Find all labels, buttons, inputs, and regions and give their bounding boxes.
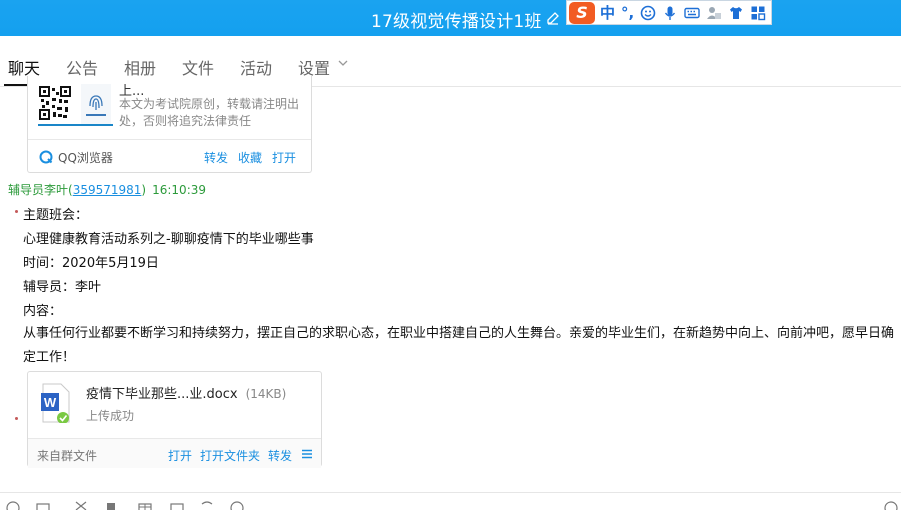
message-time: 16:10:39 bbox=[152, 183, 207, 197]
upload-status: 上传成功 bbox=[86, 409, 135, 423]
message-line: 内容： bbox=[23, 304, 63, 319]
sender-name[interactable]: 辅导员李叶 bbox=[8, 183, 68, 197]
file-name[interactable]: 疫情下毕业那些...业.docx bbox=[86, 387, 238, 402]
file-name-row: 疫情下毕业那些...业.docx (14KB) bbox=[86, 383, 286, 402]
screenshot-icon[interactable] bbox=[36, 500, 50, 510]
shake-icon[interactable] bbox=[200, 500, 214, 510]
qr-code-icon bbox=[39, 86, 71, 120]
shared-article-card[interactable]: 上... 本文为考试院原创，转载请注明出处，否则将追究法律责任 QQ浏览器 转发… bbox=[27, 76, 312, 173]
message-line: 主题班会： bbox=[23, 208, 89, 223]
forward-file-link[interactable]: 转发 bbox=[268, 447, 292, 464]
ime-mode[interactable]: 中 bbox=[600, 2, 615, 23]
message-line: 时间：2020年5月19日 bbox=[23, 256, 159, 271]
scissors-icon[interactable] bbox=[74, 500, 88, 510]
file-card[interactable]: W 疫情下毕业那些...业.docx (14KB) 上传成功 来自群文件 打开 打… bbox=[27, 371, 322, 468]
sender-qq-number[interactable]: 359571981 bbox=[73, 183, 142, 197]
message-body: 从事任何行业都要不断学习和持续努力，摆正自己的求职心态，在职业中搭建自己的人生舞… bbox=[23, 326, 895, 365]
ime-punctuation[interactable]: °, bbox=[621, 4, 634, 22]
article-card-footer: QQ浏览器 转发 收藏 打开 bbox=[28, 139, 311, 173]
edit-icon[interactable] bbox=[545, 10, 561, 26]
chevron-down-icon[interactable] bbox=[337, 57, 349, 69]
menu-icon[interactable] bbox=[301, 448, 313, 460]
forward-link[interactable]: 转发 bbox=[204, 149, 228, 166]
article-source: QQ浏览器 bbox=[58, 151, 113, 165]
message-line: 心理健康教育活动系列之-聊聊疫情下的毕业哪些事 bbox=[23, 232, 314, 247]
input-toolbar bbox=[0, 492, 901, 510]
shirt-icon[interactable] bbox=[728, 5, 744, 21]
open-folder-link[interactable]: 打开文件夹 bbox=[200, 447, 260, 464]
smiley-icon[interactable] bbox=[640, 5, 656, 21]
thumbnail-accent-bar bbox=[38, 124, 113, 126]
bullet-dot bbox=[15, 417, 18, 420]
emoji-icon[interactable] bbox=[6, 500, 20, 510]
qq-browser-icon bbox=[39, 150, 53, 164]
message-header: 辅导员李叶(359571981) 16:10:39 bbox=[8, 183, 207, 197]
grid-icon[interactable] bbox=[750, 5, 766, 21]
image-icon[interactable] bbox=[138, 500, 152, 510]
file-icon[interactable] bbox=[104, 500, 118, 510]
window-title: 17级视觉传播设计1班 bbox=[371, 12, 542, 32]
keyboard-icon[interactable] bbox=[684, 5, 700, 21]
open-link[interactable]: 打开 bbox=[272, 149, 296, 166]
title-bar: 17级视觉传播设计1班 S 中 °, bbox=[0, 0, 901, 36]
file-card-footer: 来自群文件 打开 打开文件夹 转发 bbox=[28, 438, 321, 468]
history-icon[interactable] bbox=[884, 500, 898, 510]
file-origin: 来自群文件 bbox=[37, 449, 98, 463]
ime-toolbar[interactable]: S 中 °, bbox=[566, 0, 772, 25]
fingerprint-thumbnail-icon bbox=[81, 84, 111, 124]
gift-icon[interactable] bbox=[170, 500, 184, 510]
bullet-dot bbox=[15, 210, 18, 213]
microphone-icon[interactable] bbox=[662, 5, 678, 21]
voice-icon[interactable] bbox=[230, 500, 244, 510]
svg-text:W: W bbox=[44, 395, 57, 410]
file-size: (14KB) bbox=[245, 387, 287, 401]
message-line: 辅导员：李叶 bbox=[23, 280, 102, 295]
sogou-logo-icon[interactable]: S bbox=[569, 1, 595, 24]
favorite-link[interactable]: 收藏 bbox=[238, 149, 262, 166]
user-icon[interactable] bbox=[706, 5, 722, 21]
article-description: 本文为考试院原创，转载请注明出处，否则将追究法律责任 bbox=[119, 97, 300, 128]
open-file-link[interactable]: 打开 bbox=[168, 447, 192, 464]
word-document-icon: W bbox=[41, 383, 70, 423]
